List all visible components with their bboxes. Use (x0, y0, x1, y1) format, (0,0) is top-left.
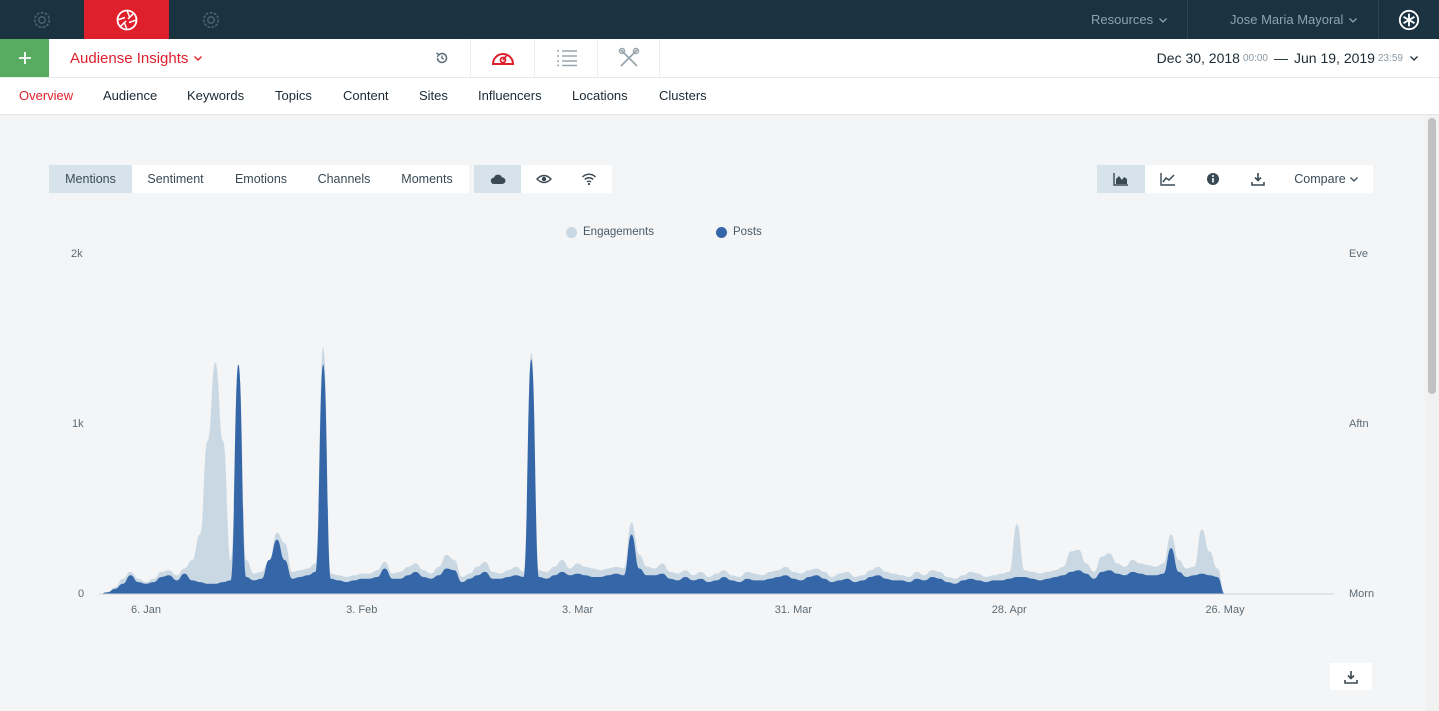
tools-icon (618, 47, 639, 67)
topbar-divider (1187, 0, 1188, 39)
gear-icon (202, 11, 220, 28)
x-tick-label: 26. May (1205, 604, 1245, 616)
chevron-down-icon (194, 56, 203, 61)
tab-keywords[interactable]: Keywords (187, 78, 244, 114)
x-tick-label: 3. Mar (562, 604, 594, 616)
audiense-logo-button[interactable] (1379, 0, 1439, 39)
tab-topics[interactable]: Topics (275, 78, 312, 114)
vertical-scrollbar[interactable] (1425, 115, 1439, 711)
history-button[interactable] (413, 39, 470, 77)
report-title-dropdown[interactable]: Audiense Insights (70, 39, 203, 77)
date-from: Dec 30, 2018 (1156, 50, 1240, 66)
user-menu[interactable]: Jose Maria Mayoral (1230, 0, 1358, 39)
x-axis-ticks: 6. Jan 3. Feb 3. Mar 31. Mar 28. Apr 26. May (131, 604, 1245, 616)
x-tick-label: 31. Mar (775, 604, 813, 616)
chevron-down-icon (1349, 17, 1358, 23)
tab-clusters[interactable]: Clusters (659, 78, 707, 114)
tab-audience[interactable]: Audience (103, 78, 157, 114)
resources-label: Resources (1091, 12, 1154, 27)
chevron-down-icon (1410, 56, 1418, 61)
section-tabs: Overview Audience Keywords Topics Conten… (0, 78, 1439, 115)
report-header: Audiense Insights Dec 30, 2018 00:00 — J… (0, 39, 1439, 78)
app-switch-button-right[interactable] (169, 0, 253, 39)
engagements-area (99, 347, 1226, 594)
top-bar: Resources Jose Maria Mayoral (0, 0, 1439, 39)
user-name: Jose Maria Mayoral (1230, 12, 1344, 27)
list-icon (556, 50, 577, 67)
chevron-down-icon (1159, 17, 1168, 23)
tab-content[interactable]: Content (343, 78, 389, 114)
app-switch-button-left[interactable] (0, 0, 84, 39)
insights-app-button[interactable] (84, 0, 169, 39)
posts-area (99, 359, 1226, 594)
x-tick-label: 6. Jan (131, 604, 161, 616)
date-to: Jun 19, 2019 (1294, 50, 1375, 66)
dashboard-button[interactable] (470, 39, 535, 77)
tab-influencers[interactable]: Influencers (478, 78, 542, 114)
tab-locations[interactable]: Locations (572, 78, 628, 114)
list-view-button[interactable] (534, 39, 598, 77)
tab-overview[interactable]: Overview (19, 78, 73, 114)
resources-menu[interactable]: Resources (1091, 0, 1168, 39)
gauge-icon (491, 53, 515, 65)
aperture-icon (116, 9, 137, 30)
audiense-logo-icon (1398, 9, 1420, 30)
add-button[interactable] (0, 39, 49, 77)
tab-sites[interactable]: Sites (419, 78, 448, 114)
date-range-picker[interactable]: Dec 30, 2018 00:00 — Jun 19, 2019 23:59 (1157, 39, 1419, 77)
history-icon (435, 52, 447, 64)
settings-tools-button[interactable] (597, 39, 660, 77)
date-separator: — (1274, 50, 1288, 66)
download-button[interactable] (1330, 663, 1372, 690)
scrollbar-thumb[interactable] (1428, 118, 1436, 394)
report-title: Audiense Insights (70, 49, 189, 67)
download-icon (1344, 670, 1358, 684)
time-to: 23:59 (1377, 52, 1403, 64)
x-tick-label: 3. Feb (346, 604, 377, 616)
x-tick-label: 28. Apr (992, 604, 1027, 616)
plus-icon (18, 52, 31, 64)
mentions-area-chart: 6. Jan 3. Feb 3. Mar 31. Mar 28. Apr 26. May (99, 347, 1334, 616)
gear-icon (33, 11, 51, 28)
time-from: 00:00 (1242, 52, 1268, 64)
overview-panel: Mentions Sentiment Emotions Channels Mom… (0, 115, 1425, 711)
